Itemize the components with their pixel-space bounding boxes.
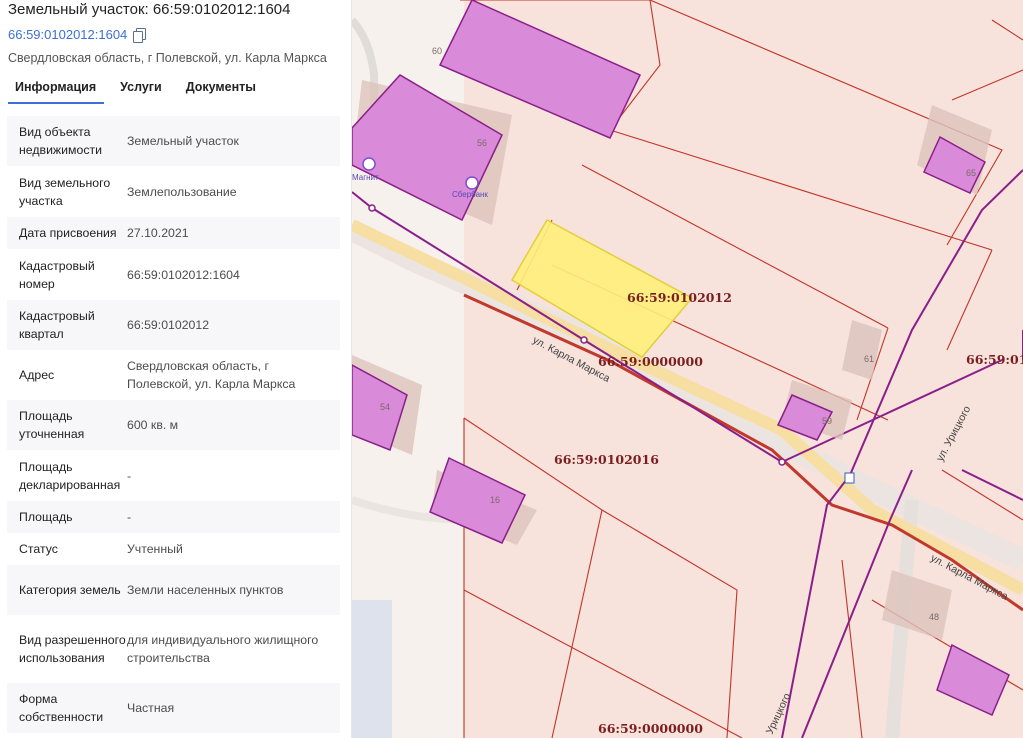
info-label: Кадастровый квартал	[19, 309, 95, 341]
boundary-point	[778, 458, 786, 466]
quarter-label-bottom: 66:59:0000000	[598, 721, 703, 736]
info-row-status: Статус Учтенный	[7, 533, 340, 565]
copy-icon[interactable]	[133, 28, 147, 43]
building-number: 56	[477, 138, 487, 148]
boundary-point	[580, 336, 588, 344]
info-value: 600 кв. м	[127, 418, 179, 432]
info-row-area-declared: Площадь декларированная -	[7, 450, 340, 501]
info-panel: Земельный участок: 66:59:0102012:1604 66…	[0, 0, 352, 738]
poi-label-sberbank: Сбербанк	[452, 190, 488, 199]
cadastral-number-link[interactable]: 66:59:0102012:1604	[8, 27, 127, 42]
info-value: Земли населенных пунктов	[127, 583, 284, 597]
tab-information[interactable]: Информация	[8, 78, 105, 104]
building-number: 65	[966, 168, 976, 178]
info-value: Земельный участок	[127, 134, 239, 148]
info-label: Категория земель	[19, 583, 121, 597]
info-value: 66:59:0102012:1604	[127, 267, 240, 282]
info-label: Кадастровый номер	[19, 258, 95, 291]
info-row-ownership: Форма собственности Частная	[7, 683, 340, 733]
water-area	[352, 600, 392, 738]
info-label: Статус	[19, 542, 58, 556]
info-row-cadastral-number: Кадастровый номер 66:59:0102012:1604	[7, 249, 340, 300]
building-number: 61	[864, 354, 874, 364]
info-label: Площадь декларированная	[19, 459, 121, 492]
info-label: Вид разрешенного использования	[19, 633, 126, 665]
info-value: Частная	[127, 701, 175, 715]
info-row-parcel-type: Вид земельного участка Землепользование	[7, 166, 340, 217]
info-value: 66:59:0102012	[127, 318, 210, 332]
info-row-address: Адрес Свердловская область, г Полевской,…	[7, 350, 340, 400]
tab-services[interactable]: Услуги	[113, 78, 170, 104]
info-row-land-category: Категория земель Земли населенных пункто…	[7, 565, 340, 615]
info-value: -	[127, 468, 132, 483]
boundary-point	[368, 204, 376, 212]
building-number: 59	[822, 416, 832, 426]
info-row-object-type: Вид объекта недвижимости Земельный участ…	[7, 116, 340, 166]
info-row-permitted-use: Вид разрешенного использования для индив…	[7, 615, 340, 683]
tab-documents[interactable]: Документы	[179, 78, 264, 104]
info-label: Адрес	[19, 368, 55, 382]
info-label: Дата присвоения	[19, 226, 117, 240]
info-value: Свердловская область, г Полевской, ул. К…	[127, 359, 296, 391]
cadastral-map[interactable]: 60 56 65 61 54 59 16 48 Магнит Сбербанк …	[352, 0, 1023, 738]
building-number: 60	[432, 46, 442, 56]
info-label: Площадь уточненная	[19, 409, 85, 441]
info-row-date: Дата присвоения 27.10.2021	[7, 217, 340, 249]
info-value: Землепользование	[127, 184, 237, 199]
info-value: 27.10.2021	[127, 226, 189, 240]
building-number: 16	[490, 495, 500, 505]
quarter-label-east: 66:59:01	[966, 352, 1023, 367]
building-number: 54	[380, 402, 390, 412]
building-number: 48	[929, 612, 939, 622]
info-list: Вид объекта недвижимости Земельный участ…	[7, 116, 340, 733]
tabs: Информация Услуги Документы	[8, 78, 273, 104]
cadastral-link-row: 66:59:0102012:1604	[8, 27, 147, 43]
info-label: Площадь	[19, 510, 73, 524]
bank-icon[interactable]	[465, 176, 479, 190]
info-label: Форма собственности	[19, 692, 104, 724]
map-canvas[interactable]: 60 56 65 61 54 59 16 48 Магнит Сбербанк …	[352, 0, 1023, 738]
info-value: Учтенный	[127, 542, 183, 556]
quarter-label-south: 66:59:0102016	[554, 452, 659, 467]
panel-title: Земельный участок: 66:59:0102012:1604	[8, 1, 291, 18]
info-label: Вид объекта недвижимости	[19, 125, 102, 157]
info-row-area-specified: Площадь уточненная 600 кв. м	[7, 400, 340, 450]
info-row-area: Площадь -	[7, 501, 340, 533]
quarter-label-main: 66:59:0102012	[627, 290, 732, 305]
info-row-cadastral-quarter: Кадастровый квартал 66:59:0102012	[7, 300, 340, 350]
info-value: -	[127, 510, 132, 524]
address-line: Свердловская область, г Полевской, ул. К…	[8, 51, 327, 65]
poi-label-magnit: Магнит	[352, 173, 379, 182]
quarter-label-road: 66:59:0000000	[598, 354, 703, 369]
info-value: для индивидуального жилищного строительс…	[127, 633, 319, 665]
shop-icon[interactable]	[362, 157, 376, 171]
info-label: Вид земельного участка	[19, 175, 111, 208]
bus-stop-icon[interactable]	[844, 472, 855, 484]
